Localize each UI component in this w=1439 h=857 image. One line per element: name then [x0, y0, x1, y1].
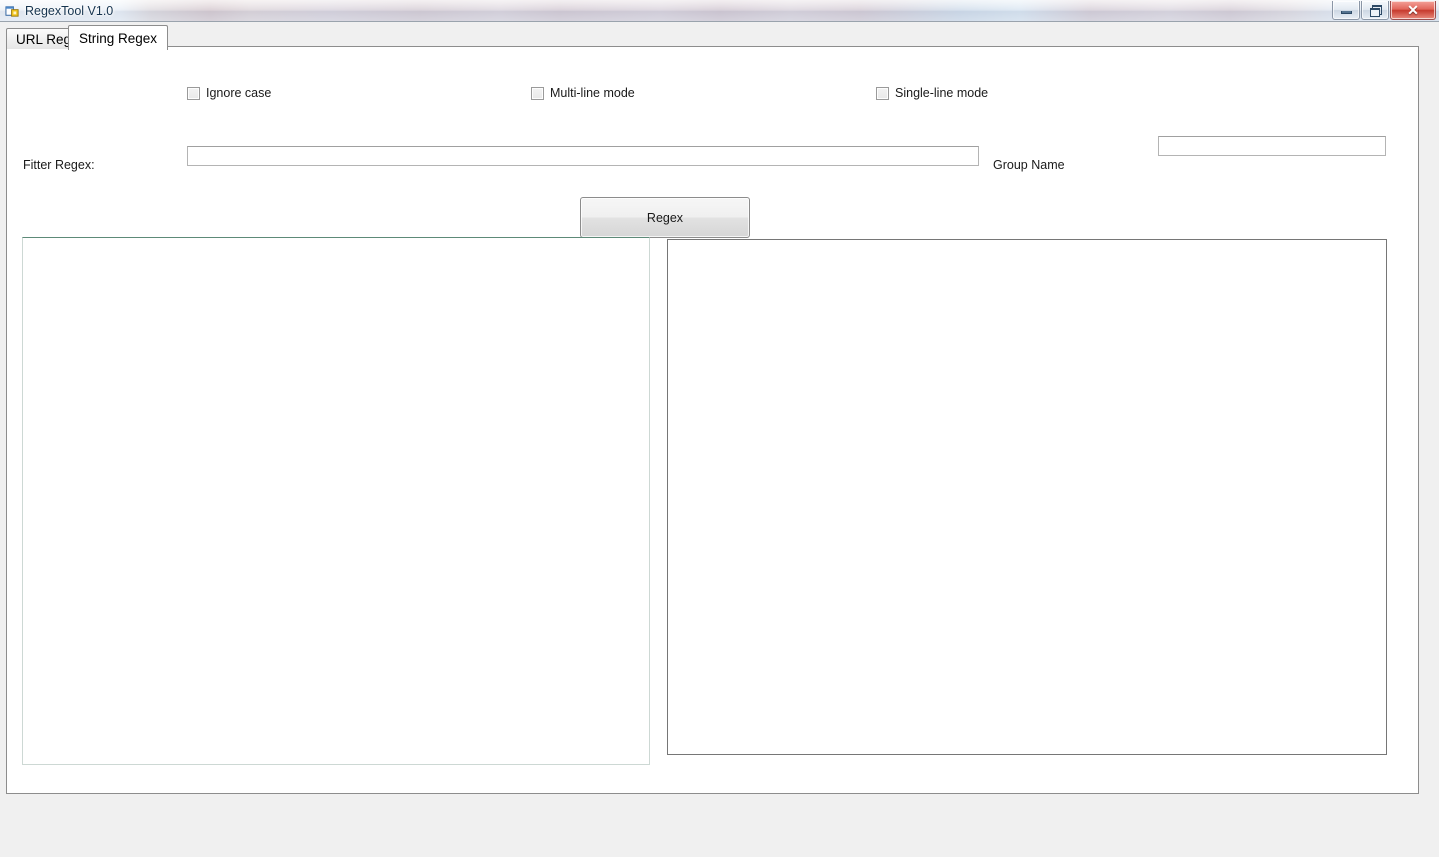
restore-button[interactable] [1361, 1, 1389, 20]
checkbox-ignore-case[interactable]: Ignore case [187, 84, 271, 102]
checkbox-ignore-case-box[interactable] [187, 86, 200, 100]
close-icon: ✕ [1407, 2, 1419, 18]
options-row: Ignore case Multi-line mode Single-line … [7, 84, 1418, 104]
window-title: RegexTool V1.0 [25, 4, 114, 18]
regex-button[interactable]: Regex [580, 197, 750, 238]
filter-regex-label: Fitter Regex: [23, 158, 95, 172]
tab-string-regex[interactable]: String Regex [68, 25, 169, 50]
output-text-area[interactable] [667, 239, 1387, 755]
restore-icon [1369, 5, 1382, 17]
checkbox-multi-line-mode-box[interactable] [531, 86, 544, 100]
application-window: RegexTool V1.0 ✕ URL Regex String Regex [0, 0, 1439, 857]
checkbox-single-line-mode-box[interactable] [876, 86, 889, 100]
checkbox-multi-line-mode[interactable]: Multi-line mode [531, 84, 635, 102]
title-bar[interactable]: RegexTool V1.0 ✕ [0, 0, 1439, 22]
window-controls: ✕ [1332, 1, 1437, 20]
group-name-label: Group Name [993, 158, 1065, 172]
tab-panel-string-regex: Ignore case Multi-line mode Single-line … [6, 46, 1419, 794]
input-text-area[interactable] [22, 237, 650, 765]
checkbox-single-line-mode[interactable]: Single-line mode [876, 84, 988, 102]
close-button[interactable]: ✕ [1390, 1, 1436, 20]
title-bar-sheen [0, 0, 1439, 11]
form-designer-icon [5, 6, 19, 17]
checkbox-multi-line-mode-label: Multi-line mode [550, 86, 635, 100]
checkbox-ignore-case-label: Ignore case [206, 86, 272, 100]
minimize-icon [1340, 11, 1352, 14]
group-name-input[interactable] [1158, 136, 1386, 156]
minimize-button[interactable] [1332, 1, 1360, 20]
checkbox-single-line-mode-label: Single-line mode [895, 86, 989, 100]
filter-regex-input[interactable] [187, 146, 979, 166]
tab-string-regex-label: String Regex [79, 30, 158, 46]
client-area: URL Regex String Regex Ignore case Multi… [0, 22, 1439, 857]
